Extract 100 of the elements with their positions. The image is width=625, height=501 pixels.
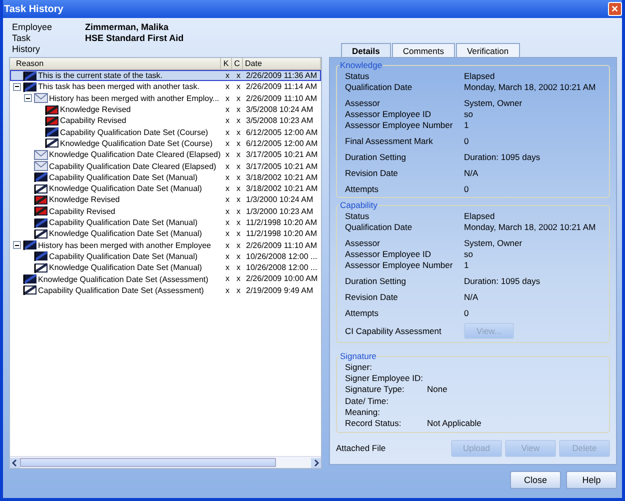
field-label: Assessor Employee Number [345,120,454,130]
table-cell-text: 2/26/2009 11:10 AM [245,240,318,250]
table-cell-text: x [224,252,230,261]
reason-text: Capability Qualification Date Set (Manual) [49,252,198,261]
reason-text: Capability Qualification Date Set (Course) [60,128,208,137]
reason-text: Capability Qualification Date Set (Manual) [49,172,198,182]
field-label: History [12,44,42,54]
collapse-toggle[interactable] [13,241,21,250]
flag-icon [34,194,48,205]
table-cell-text: 3/18/2002 10:21 AM [245,184,319,194]
tab[interactable]: Verification [456,43,520,57]
table-cell-text: x [236,94,242,103]
tree-row[interactable]: Knowledge Qualification Date Set (Manual) x x 3/18/2002 10:21 AM [10,182,321,194]
tree-row[interactable]: Capability Qualification Date Set (Manual) x x 3/18/2002 10:21 AM [10,172,321,183]
tree-row[interactable]: Knowledge Qualification Date Set (Manual) x x 11/2/1998 10:20 AM [10,228,321,240]
column-header[interactable]: C [232,58,243,69]
reason-text: Knowledge Qualification Date Set (Manual) [49,263,202,272]
collapse-toggle[interactable] [24,94,32,102]
field-label: Assessor [345,238,381,248]
collapse-toggle[interactable] [13,82,21,91]
table-cell-text: x [224,218,230,227]
field-label: Attached File [336,443,387,454]
field-label: Duration Setting [345,152,407,162]
tree-row[interactable]: Capability Revised x x 1/3/2000 10:23 AM [10,206,321,217]
tree-row[interactable]: Capability Qualification Date Set (Manual) x x 10/26/2008 12:00 ... [10,250,321,262]
scroll-left-icon[interactable] [10,458,20,468]
field-value: Duration: 1095 days [464,276,540,286]
flag-icon [34,228,48,239]
field-value: 1 [464,260,469,270]
field-label: Status [345,70,370,80]
tree-row[interactable]: Capability Qualification Date Set (Assessment) x x 2/19/2009 9:49 AM [10,284,321,296]
column-header[interactable]: K [221,58,232,69]
field-label: Duration Setting [345,276,407,286]
table-cell-text: 11/2/1998 10:20 AM [245,218,318,227]
tree-row[interactable]: History has been merged with another Employ... x x 2/26/2009 11:10 AM [10,92,321,104]
tree-row[interactable]: Knowledge Qualification Date Set (Assessment) x x 2/26/2009 10:00 AM [10,273,321,285]
field-value: HSE Standard First Aid [85,32,184,42]
field-value: System, Owner [464,238,522,248]
flag-icon [34,218,48,228]
field-label: Qualification Date [345,222,414,232]
tree-row[interactable]: Capability Qualification Date Cleared (Elapsed) x x 3/17/2005 10:21 AM [10,160,321,172]
dialog-button[interactable]: Close [510,471,561,489]
column-header[interactable]: Date [243,58,321,69]
field-value: Duration: 1095 days [464,152,540,162]
field-value: Not Applicable [427,418,482,428]
flag-icon [45,116,59,126]
table-cell-text: x [224,105,230,114]
field-label: Date/ Time: [345,396,390,406]
flag-icon [23,82,37,92]
envelope-icon [34,93,48,104]
tab[interactable]: Details [341,43,391,57]
field-value: Zimmerman, Malika [85,22,169,32]
field-value: Elapsed [464,70,495,80]
table-cell-text: 6/12/2005 12:00 AM [245,138,319,148]
table-cell-text: 11/2/1998 10:20 AM [245,229,318,238]
table-cell-text: x [236,206,242,216]
field-label: Status [345,210,370,220]
column-header[interactable]: Reason [10,58,221,69]
scroll-right-icon[interactable] [311,458,321,468]
flag-icon [45,138,59,148]
reason-text: Capability Qualification Date Set (Assessment) [38,286,204,295]
tree-row[interactable]: History has been merged with another Employee x x 2/26/2009 11:10 AM [10,239,321,251]
close-button[interactable]: ✕ [608,2,622,16]
group-title: Knowledge [339,60,384,70]
reason-text: Capability Revised [49,206,116,216]
field-label: Assessor Employee ID [345,248,432,258]
flag-icon [34,172,48,182]
reason-text: History has been merged with another Employee [38,240,211,250]
tree-row[interactable]: Capability Revised x x 3/5/2008 10:23 AM [10,115,321,126]
table-cell-text: 1/3/2000 10:24 AM [245,195,314,204]
table-cell-text: 2/26/2009 11:36 AM [245,71,318,80]
table-cell-text: x [224,184,230,194]
table-cell-text: x [236,240,242,250]
field-label: Signer Employee ID: [345,372,424,383]
table-cell-text: 3/17/2005 10:21 AM [245,150,319,160]
reason-text: Knowledge Revised [49,195,120,204]
tree-row[interactable]: Capability Qualification Date Set (Course) x x 6/12/2005 12:00 AM [10,126,321,138]
horizontal-scrollbar[interactable] [10,456,321,468]
dialog-button[interactable]: Help [566,471,617,489]
tab[interactable]: Comments [392,43,455,57]
table-cell-text: x [224,94,230,103]
tree-row[interactable]: Knowledge Revised x x 1/3/2000 10:24 AM [10,194,321,206]
table-cell-text: x [236,263,242,272]
field-value: None [427,384,448,394]
tree-row[interactable]: Knowledge Qualification Date Cleared (Elapsed) x x 3/17/2005 10:21 AM [10,149,321,160]
table-cell-text: x [224,82,230,92]
table-cell-text: x [236,274,242,284]
field-value: System, Owner [464,98,522,108]
tree-row[interactable]: Knowledge Qualification Date Set (Course) x x 6/12/2005 12:00 AM [10,138,321,150]
table-cell-text: 2/26/2009 10:00 AM [245,274,319,284]
tree-row[interactable]: Knowledge Revised x x 3/5/2008 10:24 AM [10,104,321,116]
table-cell-text: 3/5/2008 10:24 AM [245,105,314,114]
field-value: Monday, March 18, 2002 10:21 AM [464,222,596,232]
tree-row[interactable]: This is the current state of the task. x x 2/26/2009 11:36 AM [10,70,321,82]
table-cell-text: x [224,71,230,80]
tree-row[interactable]: Knowledge Qualification Date Set (Manual) x x 10/26/2008 12:00 ... [10,262,321,274]
scroll-thumb[interactable] [20,458,276,467]
table-cell-text: x [236,138,242,148]
tree-row[interactable]: Capability Qualification Date Set (Manual) x x 11/2/1998 10:20 AM [10,216,321,228]
tree-row[interactable]: This task has been merged with another task. x x 2/26/2009 11:14 AM [10,81,321,93]
